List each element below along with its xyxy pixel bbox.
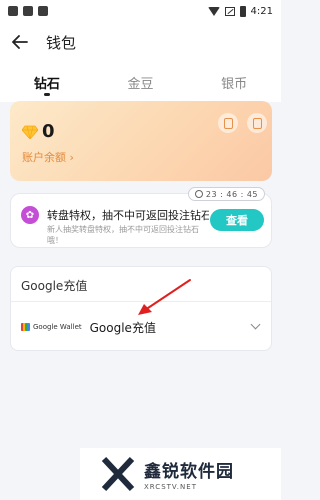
clock-icon bbox=[194, 190, 203, 198]
google-wallet-text: Google Wallet bbox=[33, 323, 82, 331]
header: 钱包 bbox=[0, 22, 281, 62]
annotation-arrow-icon bbox=[138, 279, 191, 315]
record-icon[interactable] bbox=[247, 113, 267, 133]
promo-card[interactable]: 23 : 46 : 45 ✿ 转盘特权，抽不中可返回投注钻石！ 新人抽奖转盘特权… bbox=[10, 187, 272, 248]
countdown-text: 23 : 46 : 45 bbox=[205, 189, 258, 199]
account-balance-link[interactable]: 账户余额 › bbox=[22, 149, 74, 165]
arrow-left-icon bbox=[12, 35, 28, 49]
watermark-url: XRCSTV.NET bbox=[144, 483, 197, 491]
currency-tabs: 钻石 金豆 银币 bbox=[0, 62, 281, 102]
system-icons: 4:21 bbox=[207, 5, 273, 17]
app-notification-icon bbox=[23, 6, 33, 16]
method-label: Google充值 bbox=[89, 320, 156, 335]
view-button[interactable]: 查看 bbox=[210, 209, 264, 231]
google-wallet-logo: Google Wallet bbox=[21, 323, 82, 331]
watermark-title: 鑫锐软件园 bbox=[144, 462, 234, 482]
balance-label: 账户余额 bbox=[22, 151, 66, 164]
wheel-icon: ✿ bbox=[21, 206, 39, 224]
google-wallet-icon bbox=[21, 323, 30, 331]
bill-icon[interactable] bbox=[218, 113, 238, 133]
tab-label: 金豆 bbox=[127, 76, 154, 92]
balance-row: 0 bbox=[22, 121, 55, 142]
tab-gold-bean[interactable]: 金豆 bbox=[94, 62, 188, 102]
wifi-icon bbox=[207, 6, 220, 16]
balance-value: 0 bbox=[42, 121, 55, 142]
battery-icon bbox=[239, 5, 246, 17]
recharge-title: Google充值 bbox=[21, 279, 88, 293]
tab-label: 银币 bbox=[221, 76, 248, 92]
tab-diamond[interactable]: 钻石 bbox=[0, 62, 94, 102]
countdown-timer: 23 : 46 : 45 bbox=[187, 187, 265, 201]
promo-title: 转盘特权，抽不中可返回投注钻石！ bbox=[47, 209, 209, 222]
notification-icons bbox=[8, 6, 48, 16]
app-notification-icon bbox=[8, 6, 18, 16]
promo-subtitle: 新人抽奖转盘特权，抽不中可返回投注钻石哦！ bbox=[47, 225, 199, 245]
status-bar: 4:21 bbox=[0, 0, 281, 22]
page-title: 钱包 bbox=[46, 33, 77, 52]
tab-label: 钻石 bbox=[33, 76, 60, 92]
xr-logo-icon bbox=[101, 456, 135, 492]
app-notification-icon bbox=[38, 6, 48, 16]
no-signal-icon bbox=[224, 6, 235, 16]
tab-silver-coin[interactable]: 银币 bbox=[187, 62, 281, 102]
status-time: 4:21 bbox=[250, 5, 273, 17]
balance-card: 0 账户余额 › bbox=[10, 101, 272, 181]
back-button[interactable] bbox=[0, 22, 40, 62]
watermark: 鑫锐软件园 XRCSTV.NET bbox=[80, 448, 281, 500]
chevron-right-icon: › bbox=[69, 151, 74, 164]
diamond-icon bbox=[22, 125, 38, 139]
chevron-down-icon[interactable] bbox=[250, 319, 261, 330]
